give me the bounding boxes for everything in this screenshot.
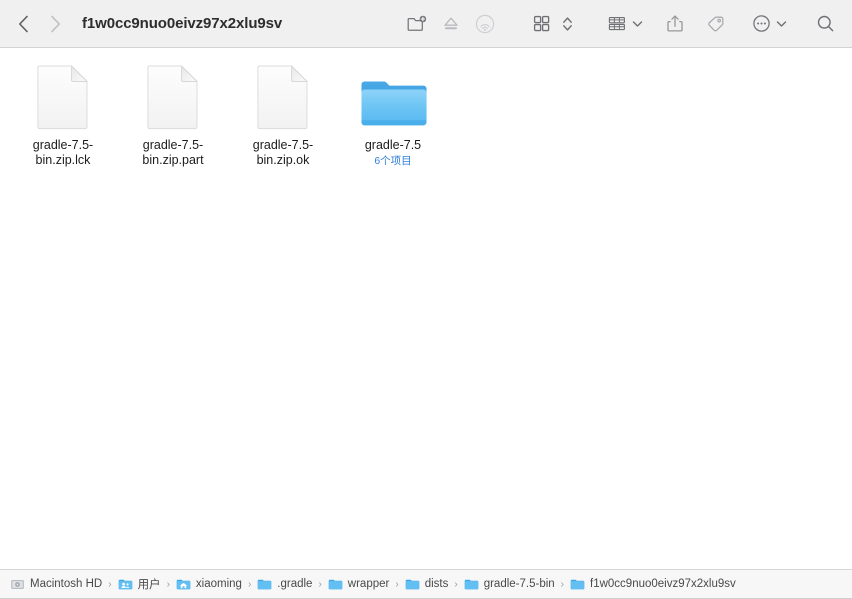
gallery-list-icon[interactable]: [600, 11, 634, 37]
breadcrumb-dists[interactable]: dists: [405, 577, 449, 592]
folder-icon: [328, 579, 343, 589]
breadcrumb-label: xiaoming: [195, 578, 242, 590]
search-icon[interactable]: [808, 11, 842, 37]
back-button[interactable]: [14, 13, 32, 35]
breadcrumb-separator: ›: [395, 578, 399, 590]
grid-view-icon[interactable]: [524, 11, 558, 37]
new-folder-icon[interactable]: [400, 11, 434, 37]
file-item-label: gradle-7.5- bin.zip.lck: [32, 138, 94, 167]
file-item[interactable]: gradle-7.5- bin.zip.lck: [8, 62, 118, 168]
breadcrumb-wrapper[interactable]: wrapper: [328, 577, 390, 592]
blank-document-icon: [247, 64, 319, 130]
breadcrumb-macintosh-hd[interactable]: Macintosh HD: [10, 577, 102, 592]
share-icon[interactable]: [658, 11, 692, 37]
folder-icon: [570, 579, 585, 589]
users-folder-icon: [118, 579, 132, 589]
toolbar-group-actions: [400, 11, 575, 37]
breadcrumb-gradle[interactable]: .gradle: [257, 577, 312, 592]
toolbar: f1w0cc9nuo0eivz97x2xlu9sv: [0, 0, 852, 48]
file-browser-content[interactable]: gradle-7.5- bin.zip.lck gradle-7.5- bin.…: [0, 48, 852, 569]
more-circle-icon[interactable]: [744, 11, 778, 37]
forward-button[interactable]: [46, 13, 64, 35]
window-title: f1w0cc9nuo0eivz97x2xlu9sv: [82, 15, 283, 32]
file-item-label: gradle-7.5- bin.zip.part: [142, 138, 204, 167]
path-bar: Macintosh HD › 用户 › xiaoming › .gradle ›…: [0, 569, 852, 599]
breadcrumb-separator: ›: [454, 578, 458, 590]
breadcrumb-label: .gradle: [277, 578, 313, 590]
more-chevron-down-icon[interactable]: [774, 11, 788, 37]
breadcrumb-gradle-7-5-bin[interactable]: gradle-7.5-bin: [464, 577, 555, 592]
toolbar-group-view: [600, 11, 788, 37]
breadcrumb-separator: ›: [318, 578, 322, 590]
breadcrumb-label: dists: [424, 578, 449, 590]
finder-window: f1w0cc9nuo0eivz97x2xlu9sv gradle-7.5- bi…: [0, 0, 852, 599]
breadcrumb-label: 用户: [137, 579, 161, 591]
folder-icon: [464, 579, 478, 589]
breadcrumb-separator: ›: [560, 578, 565, 590]
blank-document-icon: [27, 64, 99, 130]
breadcrumb-label: gradle-7.5-bin: [483, 578, 555, 590]
blank-document-icon: [137, 64, 209, 130]
breadcrumb-separator: ›: [247, 578, 252, 590]
folder-item[interactable]: gradle-7.5 6个项目: [338, 62, 448, 168]
tag-icon[interactable]: [698, 11, 732, 37]
blue-folder-icon: [357, 64, 429, 130]
eject-icon[interactable]: [434, 11, 468, 37]
folder-item-label: gradle-7.5: [364, 138, 422, 152]
folder-icon: [258, 579, 272, 589]
view-options-chevron-down-icon[interactable]: [630, 11, 644, 37]
airdrop-icon[interactable]: [468, 11, 502, 37]
toolbar-group-search: [808, 11, 842, 37]
breadcrumb-label: f1w0cc9nuo0eivz97x2xlu9sv: [590, 578, 736, 590]
breadcrumb-current-folder[interactable]: f1w0cc9nuo0eivz97x2xlu9sv: [570, 577, 736, 592]
breadcrumb-label: wrapper: [347, 578, 390, 590]
breadcrumb-separator: ›: [166, 578, 170, 590]
file-item[interactable]: gradle-7.5- bin.zip.ok: [228, 62, 338, 168]
icon-grid: gradle-7.5- bin.zip.lck gradle-7.5- bin.…: [0, 62, 852, 168]
breadcrumb-users[interactable]: 用户: [118, 576, 161, 592]
breadcrumb-xiaoming[interactable]: xiaoming: [176, 577, 242, 592]
arrange-chevrons-icon[interactable]: [559, 11, 575, 37]
folder-icon: [405, 579, 419, 589]
hard-drive-icon: [11, 579, 24, 589]
file-item-label: gradle-7.5- bin.zip.ok: [252, 138, 314, 167]
file-item[interactable]: gradle-7.5- bin.zip.part: [118, 62, 228, 168]
breadcrumb-label: Macintosh HD: [30, 578, 103, 590]
folder-item-count: 6个项目: [374, 155, 412, 167]
navigation-buttons: [14, 13, 64, 35]
breadcrumb-separator: ›: [108, 578, 112, 590]
home-folder-icon: [176, 579, 191, 589]
